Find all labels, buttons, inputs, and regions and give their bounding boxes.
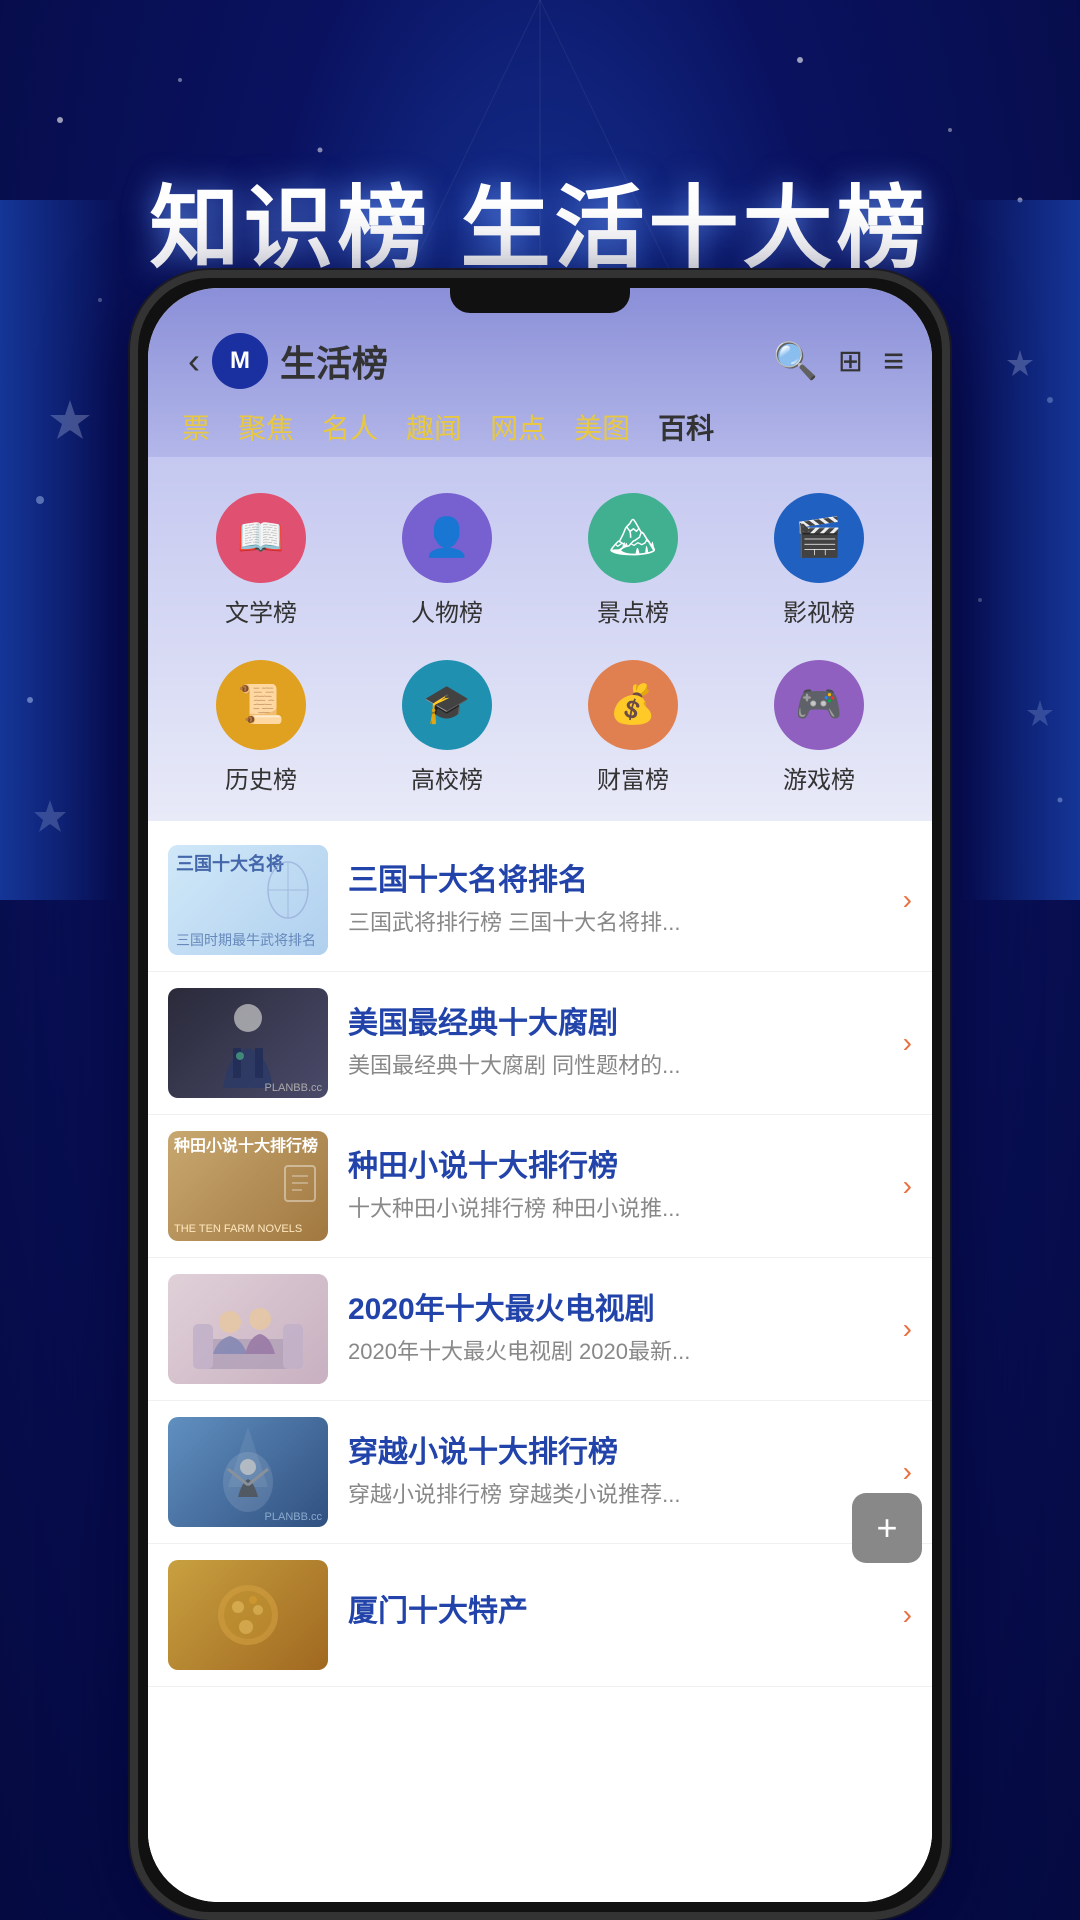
search-icon[interactable]: 🔍: [773, 340, 818, 382]
list-content-5: 穿越小说十大排行榜 穿越小说排行榜 穿越类小说推荐...: [348, 1433, 893, 1511]
nav-tabs: 票 聚焦 名人 趣闻 网点 美图 百科: [148, 401, 932, 453]
tab-mingren[interactable]: 名人: [312, 401, 388, 453]
thumbnail-1: 三国十大名将 三国时期最牛武将排名: [168, 845, 328, 955]
list-desc-4: 2020年十大最火电视剧 2020最新...: [348, 1337, 893, 1368]
gaoxiao-label: 高校榜: [411, 760, 483, 795]
app-screen: ‹ M 生活榜 🔍 ⊞ ≡ 票 聚焦: [148, 288, 932, 1902]
lishi-icon: 📜: [216, 660, 306, 750]
caifu-icon: 💰: [588, 660, 678, 750]
list-item-4[interactable]: 2020年十大最火电视剧 2020年十大最火电视剧 2020最新... ›: [148, 1258, 932, 1401]
list-icon[interactable]: ≡: [883, 340, 904, 382]
jingdian-label: 景点榜: [597, 593, 669, 628]
jingdian-icon: 🏔: [588, 493, 678, 583]
logo-area: M 生活榜: [212, 333, 773, 389]
list-title-5: 穿越小说十大排行榜: [348, 1433, 893, 1472]
wenxue-label: 文学榜: [225, 593, 297, 628]
tab-baike[interactable]: 百科: [648, 401, 724, 453]
arrow-4: ›: [903, 1313, 912, 1345]
lishi-label: 历史榜: [225, 760, 297, 795]
hero-title: 知识榜 生活十大榜: [149, 180, 930, 279]
category-youxi[interactable]: 🎮 游戏榜: [726, 644, 912, 811]
list-item-6[interactable]: 厦门十大特产 ›: [148, 1544, 932, 1687]
arrow-5: ›: [903, 1456, 912, 1488]
arrow-6: ›: [903, 1599, 912, 1631]
renwu-label: 人物榜: [411, 593, 483, 628]
category-wenxue[interactable]: 📖 文学榜: [168, 477, 354, 644]
category-yingshi[interactable]: 🎬 影视榜: [726, 477, 912, 644]
list-title-4: 2020年十大最火电视剧: [348, 1290, 893, 1329]
list-item-2[interactable]: PLANBB.cc 美国最经典十大腐剧 美国最经典十大腐剧 同性题材的... ›: [148, 972, 932, 1115]
category-caifu[interactable]: 💰 财富榜: [540, 644, 726, 811]
logo-text: M: [230, 347, 250, 375]
renwu-icon: 👤: [402, 493, 492, 583]
caifu-label: 财富榜: [597, 760, 669, 795]
list-desc-2: 美国最经典十大腐剧 同性题材的...: [348, 1051, 893, 1082]
list-item-5[interactable]: PLANBB.cc 穿越小说十大排行榜 穿越小说排行榜 穿越类小说推荐... ›…: [148, 1401, 932, 1544]
list-content-6: 厦门十大特产: [348, 1592, 893, 1639]
list-content-1: 三国十大名将排名 三国武将排行榜 三国十大名将排...: [348, 861, 893, 939]
tab-piao[interactable]: 票: [172, 401, 220, 453]
category-jingdian[interactable]: 🏔 景点榜: [540, 477, 726, 644]
youxi-label: 游戏榜: [783, 760, 855, 795]
list-title-3: 种田小说十大排行榜: [348, 1147, 893, 1186]
arrow-1: ›: [903, 884, 912, 916]
list-title-2: 美国最经典十大腐剧: [348, 1004, 893, 1043]
back-button[interactable]: ‹: [176, 336, 212, 386]
thumb-subtext-1: 三国时期最牛武将排名: [176, 932, 316, 949]
list-item-3[interactable]: 种田小说十大排行榜 THE TEN FARM NOVELS: [148, 1115, 932, 1258]
list-content-3: 种田小说十大排行榜 十大种田小说排行榜 种田小说推...: [348, 1147, 893, 1225]
phone-screen: ‹ M 生活榜 🔍 ⊞ ≡ 票 聚焦: [148, 288, 932, 1902]
category-lishi[interactable]: 📜 历史榜: [168, 644, 354, 811]
wenxue-icon: 📖: [216, 493, 306, 583]
float-button[interactable]: +: [852, 1493, 922, 1563]
list-desc-5: 穿越小说排行榜 穿越类小说推荐...: [348, 1480, 893, 1511]
arrow-2: ›: [903, 1027, 912, 1059]
youxi-icon: 🎮: [774, 660, 864, 750]
list-section: 三国十大名将 三国时期最牛武将排名 三国十: [148, 821, 932, 1902]
list-content-2: 美国最经典十大腐剧 美国最经典十大腐剧 同性题材的...: [348, 1004, 893, 1082]
list-desc-1: 三国武将排行榜 三国十大名将排...: [348, 908, 893, 939]
list-title-6: 厦门十大特产: [348, 1592, 893, 1631]
yingshi-label: 影视榜: [783, 593, 855, 628]
gaoxiao-icon: 🎓: [402, 660, 492, 750]
thumbnail-6: [168, 1560, 328, 1670]
category-renwu[interactable]: 👤 人物榜: [354, 477, 540, 644]
yingshi-icon: 🎬: [774, 493, 864, 583]
tab-meitu[interactable]: 美图: [564, 401, 640, 453]
tab-jujiao[interactable]: 聚焦: [228, 401, 304, 453]
phone-frame: ‹ M 生活榜 🔍 ⊞ ≡ 票 聚焦: [130, 270, 950, 1920]
header-icons: 🔍 ⊞ ≡: [773, 340, 904, 382]
list-desc-3: 十大种田小说排行榜 种田小说推...: [348, 1194, 893, 1225]
category-grid: 📖 文学榜 👤 人物榜 🏔 景点榜 🎬 影视榜: [148, 457, 932, 821]
thumbnail-4: [168, 1274, 328, 1384]
list-content-4: 2020年十大最火电视剧 2020年十大最火电视剧 2020最新...: [348, 1290, 893, 1368]
arrow-3: ›: [903, 1170, 912, 1202]
phone-container: ‹ M 生活榜 🔍 ⊞ ≡ 票 聚焦: [130, 270, 950, 1920]
category-gaoxiao[interactable]: 🎓 高校榜: [354, 644, 540, 811]
tab-quwen[interactable]: 趣闻: [396, 401, 472, 453]
thumbnail-2: PLANBB.cc: [168, 988, 328, 1098]
list-title-1: 三国十大名将排名: [348, 861, 893, 900]
thumbnail-5: PLANBB.cc: [168, 1417, 328, 1527]
app-logo: M: [212, 333, 268, 389]
list-item-1[interactable]: 三国十大名将 三国时期最牛武将排名 三国十: [148, 829, 932, 972]
grid-icon[interactable]: ⊞: [838, 344, 863, 379]
page-title: 生活榜: [280, 335, 388, 387]
thumbnail-3: 种田小说十大排行榜 THE TEN FARM NOVELS: [168, 1131, 328, 1241]
phone-notch: [450, 278, 630, 313]
tab-wangdian[interactable]: 网点: [480, 401, 556, 453]
